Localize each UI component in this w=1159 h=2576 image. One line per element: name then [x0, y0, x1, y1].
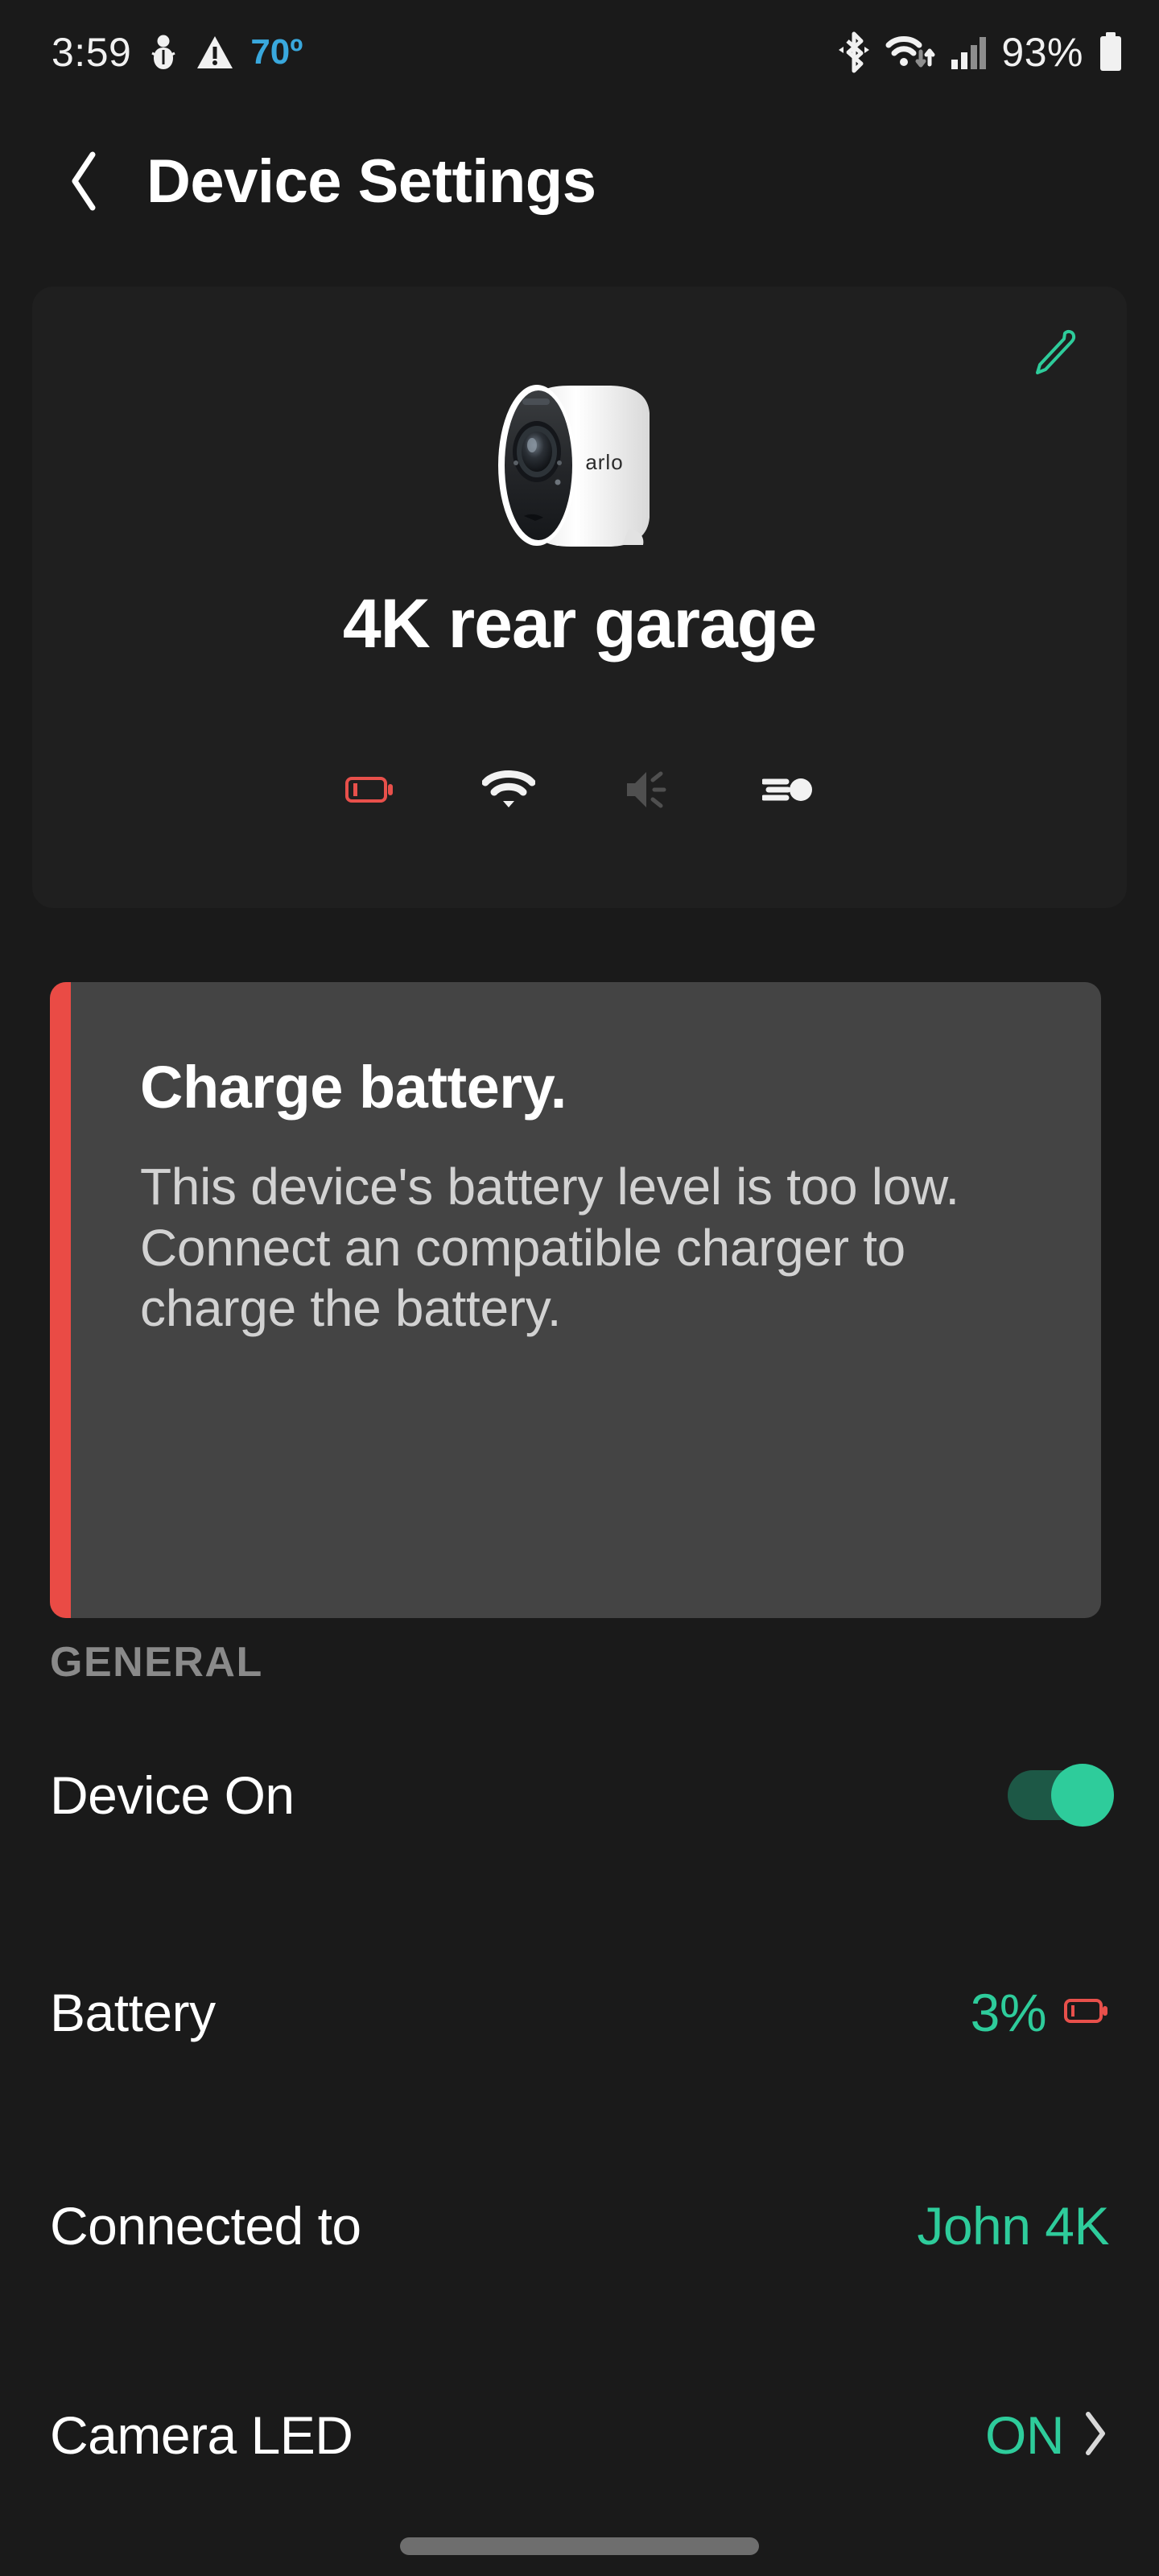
warning-triangle-icon	[196, 35, 234, 70]
warning-body: This device's battery level is too low. …	[140, 1157, 1045, 1340]
warning-accent-bar	[50, 982, 71, 1618]
camera-led-value: ON	[985, 2405, 1064, 2466]
device-name: 4K rear garage	[32, 584, 1127, 664]
battery-low-icon	[345, 771, 394, 812]
bluetooth-icon	[837, 31, 871, 74]
toggle-knob	[1051, 1764, 1114, 1827]
status-bar-temperature: 70º	[250, 32, 303, 72]
row-label: Camera LED	[50, 2405, 353, 2466]
warning-card: Charge battery. This device's battery le…	[50, 982, 1101, 1618]
wifi-icon	[482, 770, 535, 814]
settings-row-camera-led[interactable]: Camera LED ON	[50, 2379, 1109, 2491]
back-button[interactable]	[40, 137, 129, 225]
app-header: Device Settings	[0, 105, 1159, 258]
snowman-icon	[147, 34, 179, 71]
status-bar: 3:59 70º	[0, 0, 1159, 105]
svg-text:arlo: arlo	[585, 450, 623, 474]
battery-value: 3%	[971, 1982, 1046, 2043]
connected-to-value: John 4K	[917, 2195, 1109, 2256]
row-label: Device On	[50, 1765, 295, 1826]
row-label: Battery	[50, 1982, 216, 2043]
arlo-camera-image: arlo	[32, 375, 1127, 560]
row-label: Connected to	[50, 2195, 361, 2256]
motion-detection-icon	[762, 772, 814, 811]
speaker-muted-icon	[624, 770, 674, 814]
cellular-signal-icon	[950, 34, 987, 71]
battery-icon	[1098, 32, 1124, 72]
status-bar-left: 3:59 70º	[52, 29, 303, 76]
status-bar-battery-percent: 93%	[1001, 29, 1083, 76]
home-indicator[interactable]	[400, 2537, 759, 2555]
status-bar-clock: 3:59	[52, 29, 131, 76]
settings-page: arlo 4K rear garage	[0, 258, 1159, 2576]
wifi-icon	[885, 31, 935, 74]
chevron-right-icon	[1082, 2410, 1109, 2461]
settings-row-device-on[interactable]: Device On	[50, 1739, 1109, 1852]
battery-low-icon	[1064, 1994, 1109, 2032]
pencil-icon[interactable]	[1025, 325, 1082, 382]
warning-title: Charge battery.	[140, 1053, 1045, 1121]
settings-row-connected-to[interactable]: Connected to John 4K	[50, 2169, 1109, 2282]
section-header-general: GENERAL	[50, 1638, 263, 1686]
device-status-icons	[32, 770, 1127, 814]
device-on-toggle[interactable]	[1008, 1770, 1109, 1820]
page-title: Device Settings	[146, 147, 596, 217]
settings-row-battery[interactable]: Battery 3%	[50, 1956, 1109, 2069]
status-bar-right: 93%	[837, 29, 1124, 76]
device-summary-card: arlo 4K rear garage	[32, 287, 1127, 908]
